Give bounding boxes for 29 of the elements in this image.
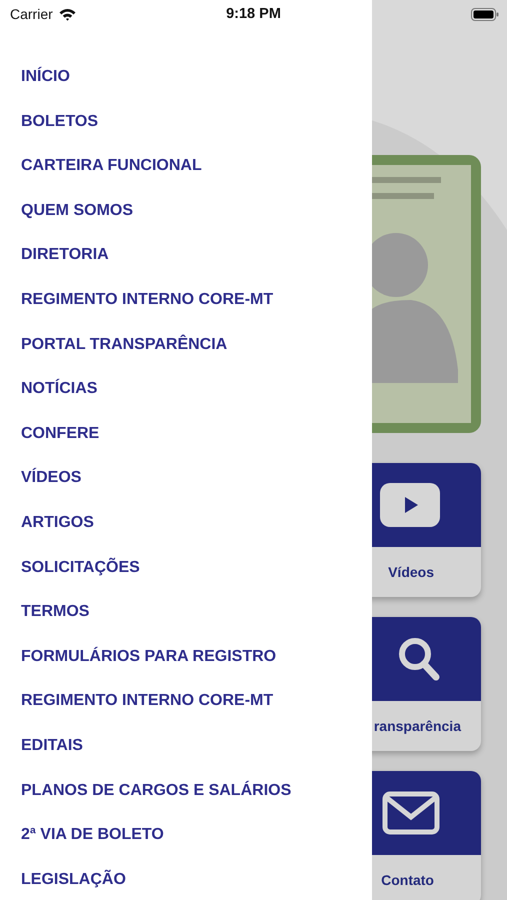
menu-item[interactable]: ARTIGOS [0,500,94,546]
battery-icon [471,8,499,20]
menu-item[interactable]: CARTEIRA FUNCIONAL [0,144,202,189]
menu-item[interactable]: LEGISLAÇÃO [0,858,126,900]
tile-label: Vídeos [387,563,435,582]
menu-item[interactable]: INÍCIO [0,55,70,100]
carrier-label: Carrier [10,6,53,22]
menu-item[interactable]: DIRETORIA [0,233,109,278]
play-icon [380,483,440,527]
menu-item[interactable]: BOLETOS [0,100,98,144]
tile-label: ransparência [372,717,462,736]
menu-item[interactable]: REGIMENTO INTERNO CORE-MT [0,679,274,724]
tile-label: Contato [380,871,435,890]
menu-item[interactable]: VÍDEOS [0,456,82,501]
menu-item[interactable]: CONFERE [0,412,100,456]
wifi-icon [58,8,76,20]
menu-item[interactable]: 2ª VIA DE BOLETO [0,813,164,858]
menu-item[interactable]: TERMOS [0,590,90,635]
menu-item[interactable]: NOTÍCIAS [0,367,98,412]
menu-item[interactable]: REGIMENTO INTERNO CORE-MT [0,278,274,323]
menu-item[interactable]: QUEM SOMOS [0,188,134,234]
menu-item[interactable]: PORTAL TRANSPARÊNCIA [0,322,228,368]
menu-item[interactable]: SOLICITAÇÕES [0,546,140,590]
menu-item[interactable]: FORMULÁRIOS PARA REGISTRO [0,634,276,680]
mail-icon [382,791,440,835]
menu-item[interactable]: EDITAIS [0,724,83,768]
menu-item[interactable]: PLANOS DE CARGOS E SALÁRIOS [0,768,292,814]
status-time: 9:18 PM [226,6,281,22]
search-icon [398,637,440,681]
